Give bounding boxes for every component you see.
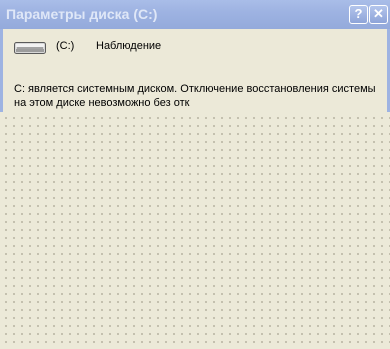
blank-dotted-area xyxy=(0,112,390,349)
window-border-left xyxy=(0,29,3,112)
close-button[interactable]: ✕ xyxy=(369,5,388,24)
drive-label: (C:) xyxy=(56,40,75,52)
screen: Параметры диска (C:) ? ✕ (C:) Наблюдение… xyxy=(0,0,390,349)
title-bar[interactable]: Параметры диска (C:) ? ✕ xyxy=(0,0,390,29)
message-line-1: C: является системным диском. Отключение… xyxy=(14,83,376,95)
drive-settings-dialog: Параметры диска (C:) ? ✕ (C:) Наблюдение… xyxy=(0,0,390,112)
drive-status: Наблюдение xyxy=(96,40,162,52)
system-drive-message: C: является системным диском. Отключение… xyxy=(14,82,384,110)
window-title: Параметры диска (C:) xyxy=(6,6,158,22)
message-line-2: на этом диске невозможно без отк xyxy=(14,97,190,109)
help-button[interactable]: ? xyxy=(349,5,368,24)
hard-drive-icon xyxy=(14,42,46,54)
